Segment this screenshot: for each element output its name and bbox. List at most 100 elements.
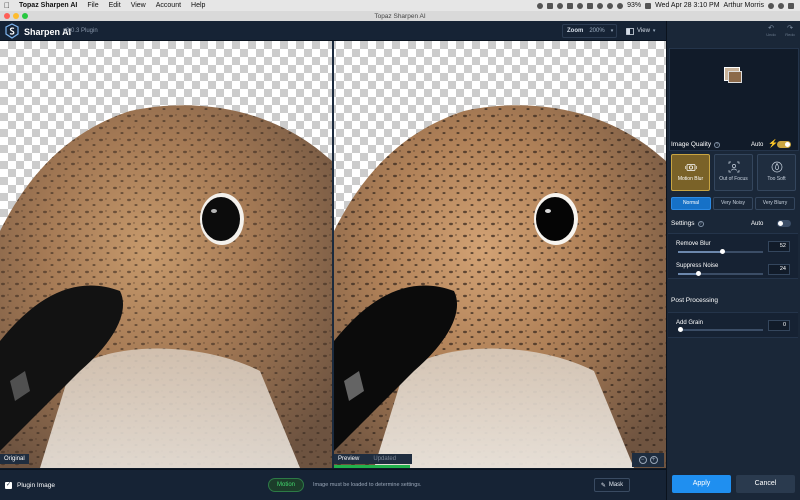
- undo-button[interactable]: ↶ Undo: [763, 24, 779, 37]
- brush-icon: ✎: [600, 482, 606, 489]
- plugin-image-checkbox[interactable]: ✓: [5, 482, 12, 489]
- focus-person-icon: [728, 161, 739, 173]
- view-dropdown[interactable]: View ▾: [622, 24, 664, 38]
- menu-view[interactable]: View: [126, 2, 151, 9]
- original-image: [0, 105, 332, 468]
- slider-handle[interactable]: [678, 327, 683, 332]
- battery-icon[interactable]: [645, 2, 652, 9]
- status-message: Image must be loaded to determine settin…: [313, 482, 422, 488]
- location-icon[interactable]: [537, 2, 544, 9]
- preview-progress-bar: [334, 465, 410, 468]
- add-grain-label: Add Grain: [676, 320, 704, 326]
- tray-app-icon-4[interactable]: [587, 2, 594, 9]
- menu-file[interactable]: File: [82, 2, 103, 9]
- remove-blur-label: Remove Blur: [676, 241, 711, 247]
- mode-out-of-focus[interactable]: Out of Focus: [714, 154, 753, 191]
- menu-account[interactable]: Account: [151, 2, 186, 9]
- minimize-window-button[interactable]: [13, 13, 19, 19]
- dropbox-icon[interactable]: [557, 2, 564, 9]
- redo-label: Redo: [785, 32, 795, 37]
- remove-blur-slider[interactable]: [678, 249, 763, 254]
- mode-label: Out of Focus: [719, 176, 748, 182]
- volume-icon[interactable]: [617, 2, 624, 9]
- menu-edit[interactable]: Edit: [104, 2, 126, 9]
- image-quality-auto-label: Auto: [751, 142, 764, 148]
- window-title: Topaz Sharpen AI: [374, 12, 426, 20]
- menu-help[interactable]: Help: [186, 2, 210, 9]
- navigator-viewport[interactable]: [728, 71, 742, 83]
- view-label: View: [637, 28, 650, 34]
- add-grain-slider[interactable]: [678, 327, 763, 332]
- mode-too-soft[interactable]: Too Soft: [757, 154, 796, 191]
- post-processing-header: Post Processing: [671, 297, 718, 304]
- tray-app-icon[interactable]: [547, 2, 554, 9]
- noise-normal-button[interactable]: Normal: [671, 197, 711, 210]
- mac-menubar:  Topaz Sharpen AI File Edit View Accoun…: [0, 0, 800, 11]
- close-window-button[interactable]: [4, 13, 10, 19]
- sharpen-logo-icon: [5, 23, 19, 39]
- apply-button[interactable]: Apply: [672, 475, 731, 493]
- suppress-noise-slider[interactable]: [678, 271, 763, 276]
- siri-icon[interactable]: [778, 2, 784, 9]
- notification-center-icon[interactable]: [788, 2, 794, 9]
- chevron-down-icon: ▾: [610, 28, 614, 34]
- battery-percent[interactable]: 93%: [627, 2, 641, 9]
- zoom-window-button[interactable]: [22, 13, 28, 19]
- info-icon[interactable]: ?: [714, 141, 721, 148]
- status-bar: ✓ Plugin Image Motion Image must be load…: [0, 469, 666, 500]
- bluetooth-icon[interactable]: [597, 2, 604, 9]
- undo-label: Undo: [766, 32, 776, 37]
- image-canvas[interactable]: Original Preview Updated − +: [0, 41, 666, 468]
- suppress-noise-label: Suppress Noise: [676, 263, 719, 269]
- split-view-icon: [626, 27, 634, 35]
- info-icon[interactable]: ?: [697, 220, 704, 227]
- settings-header: Settings ?: [671, 220, 704, 227]
- slider-handle[interactable]: [720, 249, 725, 254]
- tray-app-icon-3[interactable]: [577, 2, 584, 9]
- model-status-badge: Motion: [268, 478, 304, 492]
- menubar-user[interactable]: Arthur Morris: [724, 2, 764, 9]
- redo-button[interactable]: ↷ Redo: [782, 24, 798, 37]
- add-grain-value[interactable]: 0: [768, 320, 790, 331]
- settings-auto-toggle[interactable]: [777, 220, 791, 227]
- spotlight-icon[interactable]: [768, 2, 774, 9]
- mode-label: Too Soft: [767, 176, 786, 182]
- wifi-icon[interactable]: [607, 2, 614, 9]
- split-divider-handle[interactable]: [332, 41, 334, 468]
- mode-motion-blur[interactable]: Motion Blur: [671, 154, 710, 191]
- menubar-clock[interactable]: Wed Apr 28 3:10 PM: [655, 2, 719, 9]
- settings-auto-label: Auto: [751, 221, 764, 227]
- noise-very-blurry-button[interactable]: Very Blurry: [755, 197, 795, 210]
- menubar-tray: 93% Wed Apr 28 3:10 PM Arthur Morris: [537, 2, 800, 9]
- apple-menu-icon[interactable]: : [0, 1, 14, 10]
- image-quality-label: Image Quality: [671, 141, 712, 148]
- chevron-down-icon: ▾: [652, 28, 656, 34]
- settings-label: Settings: [671, 220, 695, 227]
- soft-drop-icon: [771, 161, 782, 173]
- image-quality-auto-toggle[interactable]: [777, 141, 791, 148]
- zoom-dropdown[interactable]: Zoom 200% ▾: [562, 24, 617, 38]
- suppress-noise-value[interactable]: 24: [768, 264, 790, 275]
- toggle-knob: [778, 221, 783, 226]
- zoom-out-icon[interactable]: −: [638, 456, 647, 464]
- traffic-lights: [4, 13, 28, 19]
- remove-blur-value[interactable]: 52: [768, 241, 790, 252]
- mask-button[interactable]: ✎ Mask: [594, 478, 630, 492]
- mask-button-label: Mask: [608, 482, 624, 488]
- slider-handle[interactable]: [696, 271, 701, 276]
- zoom-in-icon[interactable]: +: [649, 456, 658, 464]
- zoom-label: Zoom: [567, 28, 584, 34]
- navigator-thumbnail[interactable]: [669, 48, 799, 151]
- cancel-button[interactable]: Cancel: [736, 475, 795, 493]
- preview-image: [334, 105, 666, 468]
- menu-app-name[interactable]: Topaz Sharpen AI: [14, 2, 82, 9]
- canvas-zoom-controls: − +: [632, 453, 664, 467]
- slider-fill: [678, 251, 722, 253]
- tray-app-icon-2[interactable]: [567, 2, 574, 9]
- camera-shake-icon: [684, 164, 697, 171]
- plugin-image-label: Plugin Image: [17, 482, 55, 489]
- app-version: v3.0.3 Plugin: [63, 28, 98, 34]
- noise-very-noisy-button[interactable]: Very Noisy: [713, 197, 753, 210]
- window-titlebar: Topaz Sharpen AI: [0, 11, 800, 21]
- toggle-knob: [785, 142, 790, 147]
